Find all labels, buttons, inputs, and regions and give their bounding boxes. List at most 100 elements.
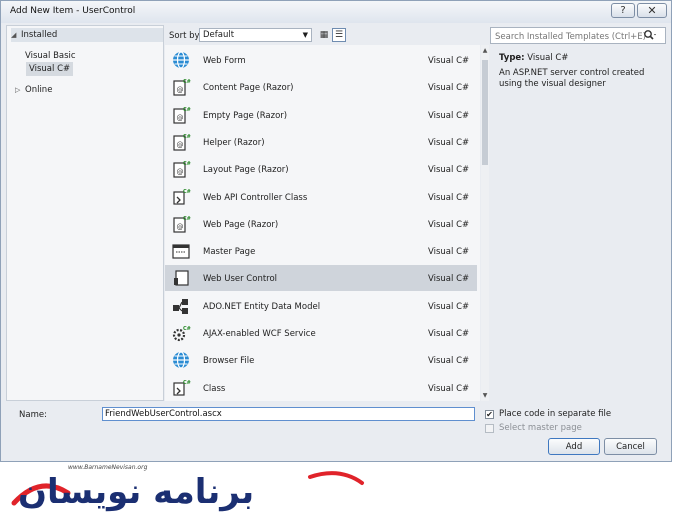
template-language: Visual C# — [428, 301, 470, 312]
template-name: Layout Page (Razor) — [203, 165, 289, 176]
tree-item-label: Visual C# — [29, 64, 71, 74]
name-label: Name: — [19, 410, 47, 420]
select-master-page-option[interactable]: Select master page — [485, 423, 582, 433]
template-row[interactable]: @ C# Web Page (Razor) Visual C# — [165, 211, 477, 237]
template-name: Web User Control — [203, 274, 278, 285]
svg-text:C#: C# — [183, 189, 191, 195]
scroll-thumb[interactable] — [482, 60, 488, 165]
template-row[interactable]: C# Class Visual C# — [165, 375, 477, 401]
svg-text:@: @ — [177, 114, 184, 122]
razor-page-icon: @ C# — [171, 77, 191, 97]
template-row[interactable]: C# Web API Controller Class Visual C# — [165, 184, 477, 210]
template-language: Visual C# — [428, 137, 470, 148]
template-row[interactable]: Browser File Visual C# — [165, 347, 477, 373]
template-row[interactable]: @ C# Empty Page (Razor) Visual C# — [165, 102, 477, 128]
tree-item-installed[interactable]: ◢ Installed — [11, 28, 163, 42]
template-name: Master Page — [203, 247, 256, 258]
chevron-down-icon: ▼ — [302, 31, 308, 39]
grid-view-button[interactable]: ▦ — [317, 28, 331, 42]
logo-url-text: www.BarnameNevisan.org — [68, 464, 148, 471]
list-view-button[interactable]: ☰ — [332, 28, 346, 42]
csharp-class-icon: C# — [171, 187, 191, 207]
template-language: Visual C# — [428, 383, 470, 394]
template-row[interactable]: C# AJAX-enabled WCF Service Visual C# — [165, 320, 477, 346]
close-button[interactable]: ✕ — [637, 3, 667, 18]
template-language: Visual C# — [428, 165, 470, 176]
razor-page-icon: @ C# — [171, 132, 191, 152]
template-name: Browser File — [203, 356, 255, 367]
razor-page-icon: @ C# — [171, 105, 191, 125]
tree-item-online[interactable]: ▷ Online — [15, 83, 52, 97]
template-language: Visual C# — [428, 329, 470, 339]
template-name: Content Page (Razor) — [203, 83, 294, 94]
list-view-icon: ☰ — [334, 30, 344, 40]
grid-view-icon: ▦ — [319, 30, 329, 40]
template-language: Visual C# — [428, 247, 470, 258]
template-list-scrollbar[interactable]: ▲ ▼ — [481, 45, 489, 401]
template-language: Visual C# — [428, 110, 470, 121]
add-new-item-dialog: Add New Item - UserControl ? ✕ ◢ Install… — [0, 0, 672, 462]
template-row[interactable]: @ C# Content Page (Razor) Visual C# — [165, 74, 477, 100]
svg-text:@: @ — [177, 86, 184, 94]
master-page-icon — [171, 241, 191, 261]
template-row[interactable]: Master Page Visual C# — [165, 238, 477, 264]
place-code-label: Place code in separate file — [499, 409, 612, 419]
template-row[interactable]: @ C# Helper (Razor) Visual C# — [165, 129, 477, 155]
sort-by-label: Sort by: — [169, 31, 202, 41]
template-name: Web API Controller Class — [203, 192, 308, 203]
cancel-button[interactable]: Cancel — [604, 438, 657, 455]
template-details: Type: Visual C# An ASP.NET server contro… — [490, 46, 666, 401]
template-language: Visual C# — [428, 192, 470, 203]
svg-text:C#: C# — [183, 79, 191, 85]
search-icon[interactable] — [643, 29, 657, 44]
expanded-triangle-icon[interactable]: ◢ — [11, 31, 21, 39]
name-input[interactable] — [102, 407, 475, 421]
user-control-icon — [171, 268, 191, 288]
logo-title-text: برنامه نویسان — [18, 472, 255, 512]
svg-text:@: @ — [177, 168, 184, 176]
template-row[interactable]: ADO.NET Entity Data Model Visual C# — [165, 293, 477, 319]
template-name: ADO.NET Entity Data Model — [203, 301, 321, 312]
tree-item-visual-basic[interactable]: Visual Basic — [25, 49, 76, 63]
wcf-service-icon: C# — [171, 323, 191, 343]
select-master-page-checkbox[interactable] — [485, 423, 494, 433]
svg-text:@: @ — [177, 141, 184, 149]
template-language: Visual C# — [428, 274, 470, 285]
scroll-up-icon[interactable]: ▲ — [481, 47, 489, 54]
search-input[interactable] — [491, 28, 647, 45]
svg-text:C#: C# — [183, 326, 191, 332]
svg-text:C#: C# — [183, 216, 191, 222]
template-tree: ◢ Installed Visual Basic Visual C# ▷ Onl… — [6, 25, 164, 401]
template-language: Visual C# — [428, 356, 470, 367]
template-row[interactable]: Web Form Visual C# — [165, 47, 477, 73]
window-title: Add New Item - UserControl — [10, 6, 136, 16]
title-bar: Add New Item - UserControl ? ✕ — [1, 1, 671, 23]
place-code-checkbox[interactable]: ✔ — [485, 409, 494, 419]
place-code-separate-option[interactable]: ✔ Place code in separate file — [485, 409, 611, 419]
globe-icon — [171, 350, 191, 370]
select-master-page-label: Select master page — [499, 423, 582, 433]
template-name: Web Page (Razor) — [203, 219, 279, 230]
template-name: Helper (Razor) — [203, 137, 265, 148]
tree-item-label: Installed — [21, 30, 58, 40]
add-button[interactable]: Add — [548, 438, 600, 455]
search-box[interactable] — [490, 27, 666, 45]
template-description: An ASP.NET server control created using … — [499, 68, 645, 89]
svg-text:C#: C# — [183, 107, 191, 113]
type-value: Visual C# — [527, 53, 569, 63]
sort-by-dropdown[interactable]: Default ▼ — [199, 28, 312, 42]
template-name: AJAX-enabled WCF Service — [203, 329, 316, 339]
globe-icon — [171, 50, 191, 70]
tree-item-visual-csharp[interactable]: Visual C# — [26, 62, 74, 76]
collapsed-triangle-icon[interactable]: ▷ — [15, 86, 25, 94]
type-line: Type: Visual C# — [499, 53, 568, 63]
template-name: Class — [203, 383, 226, 394]
template-row[interactable]: Web User Control Visual C# — [165, 265, 477, 292]
template-row[interactable]: @ C# Layout Page (Razor) Visual C# — [165, 156, 477, 182]
scroll-down-icon[interactable]: ▼ — [481, 392, 489, 399]
svg-text:@: @ — [177, 223, 184, 231]
svg-text:C#: C# — [183, 380, 191, 386]
help-button[interactable]: ? — [611, 3, 635, 18]
svg-text:C#: C# — [183, 161, 191, 167]
template-name: Web Form — [203, 56, 246, 66]
